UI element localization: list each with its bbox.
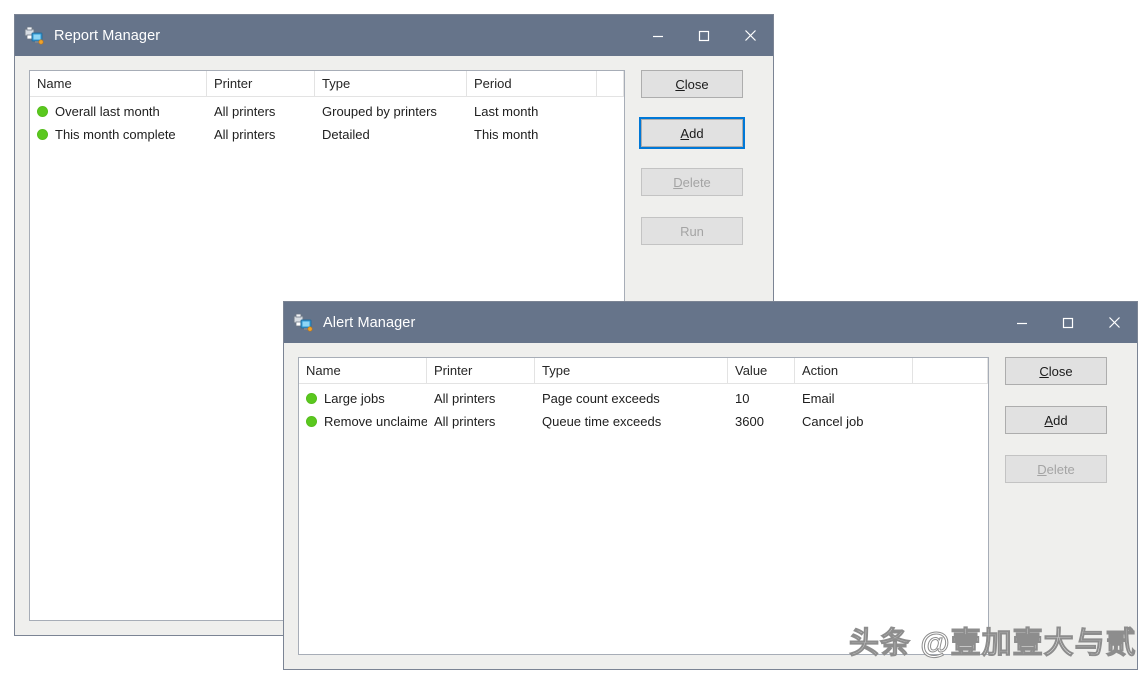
- column-header-spacer[interactable]: [913, 358, 988, 383]
- report-manager-titlebar[interactable]: Report Manager: [15, 15, 773, 56]
- reports-listview-header: Name Printer Type Period: [30, 71, 624, 96]
- cell-name-text: Overall last month: [55, 104, 160, 119]
- cell-printer: All printers: [214, 104, 276, 119]
- add-button-accel: A: [1044, 412, 1054, 428]
- alerts-listview-header: Name Printer Type Value Action: [299, 358, 988, 383]
- cell-printer: All printers: [434, 391, 496, 406]
- column-header-value[interactable]: Value: [728, 358, 795, 383]
- close-icon[interactable]: [727, 15, 773, 56]
- cell-value: 10: [735, 391, 750, 406]
- close-button[interactable]: Close: [1005, 357, 1107, 385]
- table-row[interactable]: Overall last month All printers Grouped …: [30, 100, 624, 123]
- add-button[interactable]: Add: [639, 117, 745, 149]
- cell-name-text: This month complete: [55, 127, 176, 142]
- column-header-printer[interactable]: Printer: [207, 71, 315, 96]
- cell-name: Overall last month: [30, 104, 207, 119]
- column-header-action[interactable]: Action: [795, 358, 913, 383]
- add-button-label: dd: [1053, 412, 1068, 428]
- window-title: Alert Manager: [323, 314, 416, 331]
- alert-manager-window[interactable]: Alert Manager Name Printer Type Value Ac…: [283, 301, 1138, 670]
- add-button-label: dd: [689, 125, 704, 141]
- close-button-accel: C: [675, 76, 685, 92]
- cell-printer: All printers: [434, 414, 496, 429]
- printer-network-icon: [293, 313, 313, 333]
- cell-name: This month complete: [30, 127, 207, 142]
- table-row[interactable]: This month complete All printers Detaile…: [30, 123, 624, 146]
- run-button[interactable]: Run: [641, 217, 743, 245]
- delete-button-label: elete: [1046, 461, 1075, 477]
- column-header-type[interactable]: Type: [535, 358, 728, 383]
- table-row[interactable]: Large jobs All printers Page count excee…: [299, 387, 988, 410]
- minimize-icon[interactable]: [999, 302, 1045, 343]
- column-header-name[interactable]: Name: [299, 358, 427, 383]
- alert-manager-titlebar[interactable]: Alert Manager: [284, 302, 1137, 343]
- printer-network-icon: [24, 26, 44, 46]
- delete-button-accel: D: [673, 174, 683, 190]
- cell-name: Large jobs: [299, 391, 427, 406]
- status-dot-icon: [306, 416, 317, 427]
- table-row[interactable]: Remove unclaimed All printers Queue time…: [299, 410, 988, 433]
- cell-type: Detailed: [322, 127, 370, 142]
- add-button[interactable]: Add: [1005, 406, 1107, 434]
- cell-period: This month: [474, 127, 539, 142]
- cell-action: Email: [802, 391, 835, 406]
- alert-manager-button-column: Close Add Delete: [989, 357, 1123, 655]
- cell-type: Queue time exceeds: [542, 414, 662, 429]
- window-title: Report Manager: [54, 27, 161, 44]
- delete-button[interactable]: Delete: [1005, 455, 1107, 483]
- column-header-type[interactable]: Type: [315, 71, 467, 96]
- cell-type: Page count exceeds: [542, 391, 660, 406]
- maximize-icon[interactable]: [1045, 302, 1091, 343]
- maximize-icon[interactable]: [681, 15, 727, 56]
- alerts-listview[interactable]: Name Printer Type Value Action Large job…: [298, 357, 989, 655]
- delete-button-label: elete: [682, 174, 711, 190]
- status-dot-icon: [37, 129, 48, 140]
- close-button-accel: C: [1039, 363, 1049, 379]
- status-dot-icon: [306, 393, 317, 404]
- alert-manager-client: Name Printer Type Value Action Large job…: [284, 343, 1137, 669]
- close-button-label: lose: [684, 76, 709, 92]
- titlebar-button-group: [999, 302, 1137, 343]
- close-button[interactable]: Close: [641, 70, 743, 98]
- cell-value: 3600: [735, 414, 764, 429]
- cell-name-text: Large jobs: [324, 391, 385, 406]
- minimize-icon[interactable]: [635, 15, 681, 56]
- cell-period: Last month: [474, 104, 539, 119]
- cell-action: Cancel job: [802, 414, 864, 429]
- column-header-printer[interactable]: Printer: [427, 358, 535, 383]
- header-divider: [299, 383, 988, 384]
- cell-printer: All printers: [214, 127, 276, 142]
- column-header-name[interactable]: Name: [30, 71, 207, 96]
- add-button-accel: A: [680, 125, 690, 141]
- status-dot-icon: [37, 106, 48, 117]
- cell-name-text: Remove unclaimed: [324, 414, 427, 429]
- cell-type: Grouped by printers: [322, 104, 437, 119]
- titlebar-button-group: [635, 15, 773, 56]
- delete-button-accel: D: [1037, 461, 1047, 477]
- close-icon[interactable]: [1091, 302, 1137, 343]
- column-header-period[interactable]: Period: [467, 71, 597, 96]
- header-divider: [30, 96, 624, 97]
- column-header-spacer[interactable]: [597, 71, 624, 96]
- cell-name: Remove unclaimed: [299, 414, 427, 429]
- delete-button[interactable]: Delete: [641, 168, 743, 196]
- close-button-label: lose: [1048, 363, 1073, 379]
